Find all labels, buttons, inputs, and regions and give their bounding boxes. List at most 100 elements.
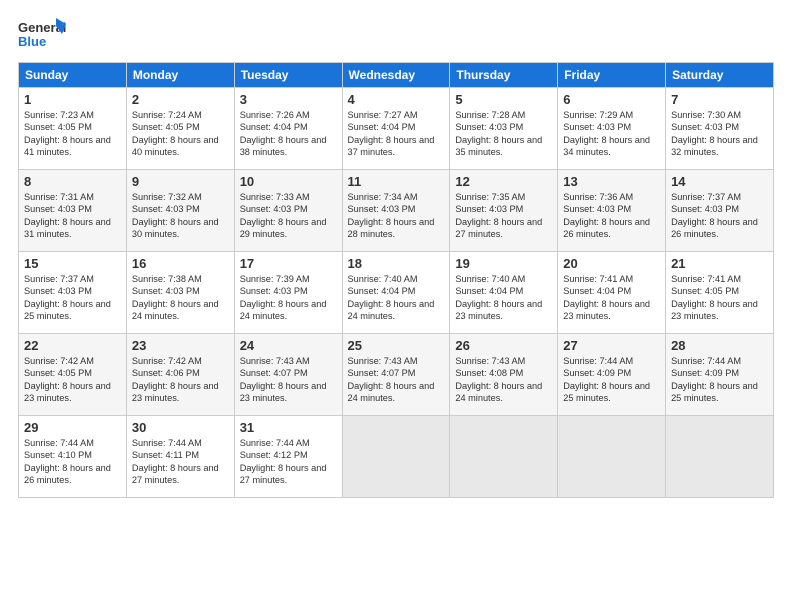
calendar-cell: 1 Sunrise: 7:23 AMSunset: 4:05 PMDaylight… <box>19 88 127 170</box>
calendar-cell: 24 Sunrise: 7:43 AMSunset: 4:07 PMDayligh… <box>234 334 342 416</box>
calendar-cell: 18Sunrise: 7:40 AMSunset: 4:04 PMDayligh… <box>342 252 450 334</box>
calendar-cell: 21 Sunrise: 7:41 AMSunset: 4:05 PMDayligh… <box>666 252 774 334</box>
cell-info: Sunrise: 7:37 AMSunset: 4:03 PMDaylight:… <box>671 192 758 239</box>
day-number: 28 <box>671 338 768 353</box>
calendar-week-5: 29Sunrise: 7:44 AMSunset: 4:10 PMDayligh… <box>19 416 774 498</box>
day-number: 12 <box>455 174 552 189</box>
day-number: 22 <box>24 338 121 353</box>
calendar-table: SundayMondayTuesdayWednesdayThursdayFrid… <box>18 62 774 498</box>
day-number: 27 <box>563 338 660 353</box>
weekday-header-tuesday: Tuesday <box>234 63 342 88</box>
day-number: 16 <box>132 256 229 271</box>
day-number: 10 <box>240 174 337 189</box>
day-number: 31 <box>240 420 337 435</box>
weekday-header-monday: Monday <box>126 63 234 88</box>
day-number: 7 <box>671 92 768 107</box>
cell-info: Sunrise: 7:41 AMSunset: 4:05 PMDaylight:… <box>671 274 758 321</box>
day-number: 21 <box>671 256 768 271</box>
day-number: 11 <box>348 174 445 189</box>
header: General Blue <box>18 16 774 54</box>
calendar-cell: 10 Sunrise: 7:33 AMSunset: 4:03 PMDayligh… <box>234 170 342 252</box>
calendar-cell: 6 Sunrise: 7:29 AMSunset: 4:03 PMDaylight… <box>558 88 666 170</box>
cell-info: Sunrise: 7:39 AMSunset: 4:03 PMDaylight:… <box>240 274 327 321</box>
calendar-cell: 22 Sunrise: 7:42 AMSunset: 4:05 PMDayligh… <box>19 334 127 416</box>
day-number: 2 <box>132 92 229 107</box>
cell-info: Sunrise: 7:42 AMSunset: 4:05 PMDaylight:… <box>24 356 111 403</box>
calendar-cell: 27 Sunrise: 7:44 AMSunset: 4:09 PMDayligh… <box>558 334 666 416</box>
cell-info: Sunrise: 7:27 AMSunset: 4:04 PMDaylight:… <box>348 110 435 157</box>
calendar-cell <box>666 416 774 498</box>
calendar-cell: 2 Sunrise: 7:24 AMSunset: 4:05 PMDaylight… <box>126 88 234 170</box>
svg-text:Blue: Blue <box>18 34 46 49</box>
day-number: 8 <box>24 174 121 189</box>
cell-info: Sunrise: 7:44 AMSunset: 4:09 PMDaylight:… <box>563 356 650 403</box>
weekday-header-thursday: Thursday <box>450 63 558 88</box>
day-number: 30 <box>132 420 229 435</box>
calendar-cell: 7 Sunrise: 7:30 AMSunset: 4:03 PMDaylight… <box>666 88 774 170</box>
calendar-cell: 19Sunrise: 7:40 AMSunset: 4:04 PMDayligh… <box>450 252 558 334</box>
cell-info: Sunrise: 7:41 AMSunset: 4:04 PMDaylight:… <box>563 274 650 321</box>
cell-info: Sunrise: 7:36 AMSunset: 4:03 PMDaylight:… <box>563 192 650 239</box>
day-number: 6 <box>563 92 660 107</box>
calendar-cell <box>342 416 450 498</box>
cell-info: Sunrise: 7:32 AMSunset: 4:03 PMDaylight:… <box>132 192 219 239</box>
day-number: 5 <box>455 92 552 107</box>
cell-info: Sunrise: 7:43 AMSunset: 4:07 PMDaylight:… <box>240 356 327 403</box>
calendar-cell <box>450 416 558 498</box>
cell-info: Sunrise: 7:34 AMSunset: 4:03 PMDaylight:… <box>348 192 435 239</box>
calendar-cell: 15Sunrise: 7:37 AMSunset: 4:03 PMDayligh… <box>19 252 127 334</box>
cell-info: Sunrise: 7:37 AMSunset: 4:03 PMDaylight:… <box>24 274 111 321</box>
cell-info: Sunrise: 7:42 AMSunset: 4:06 PMDaylight:… <box>132 356 219 403</box>
day-number: 13 <box>563 174 660 189</box>
logo: General Blue <box>18 16 66 54</box>
calendar-cell <box>558 416 666 498</box>
general-blue-logo-icon: General Blue <box>18 16 66 54</box>
calendar-cell: 11 Sunrise: 7:34 AMSunset: 4:03 PMDayligh… <box>342 170 450 252</box>
calendar-cell: 16 Sunrise: 7:38 AMSunset: 4:03 PMDayligh… <box>126 252 234 334</box>
calendar-cell: 17 Sunrise: 7:39 AMSunset: 4:03 PMDayligh… <box>234 252 342 334</box>
calendar-cell: 28 Sunrise: 7:44 AMSunset: 4:09 PMDayligh… <box>666 334 774 416</box>
cell-info: Sunrise: 7:26 AMSunset: 4:04 PMDaylight:… <box>240 110 327 157</box>
cell-info: Sunrise: 7:38 AMSunset: 4:03 PMDaylight:… <box>132 274 219 321</box>
cell-info: Sunrise: 7:23 AMSunset: 4:05 PMDaylight:… <box>24 110 111 157</box>
calendar-cell: 5 Sunrise: 7:28 AMSunset: 4:03 PMDaylight… <box>450 88 558 170</box>
calendar-cell: 9 Sunrise: 7:32 AMSunset: 4:03 PMDaylight… <box>126 170 234 252</box>
cell-info: Sunrise: 7:44 AMSunset: 4:11 PMDaylight:… <box>132 438 219 485</box>
calendar-cell: 4Sunrise: 7:27 AMSunset: 4:04 PMDaylight… <box>342 88 450 170</box>
weekday-header-row: SundayMondayTuesdayWednesdayThursdayFrid… <box>19 63 774 88</box>
calendar-week-2: 8Sunrise: 7:31 AMSunset: 4:03 PMDaylight… <box>19 170 774 252</box>
cell-info: Sunrise: 7:24 AMSunset: 4:05 PMDaylight:… <box>132 110 219 157</box>
day-number: 20 <box>563 256 660 271</box>
calendar-cell: 30 Sunrise: 7:44 AMSunset: 4:11 PMDayligh… <box>126 416 234 498</box>
calendar-cell: 8Sunrise: 7:31 AMSunset: 4:03 PMDaylight… <box>19 170 127 252</box>
day-number: 29 <box>24 420 121 435</box>
day-number: 3 <box>240 92 337 107</box>
cell-info: Sunrise: 7:28 AMSunset: 4:03 PMDaylight:… <box>455 110 542 157</box>
calendar-cell: 12 Sunrise: 7:35 AMSunset: 4:03 PMDayligh… <box>450 170 558 252</box>
calendar-cell: 20 Sunrise: 7:41 AMSunset: 4:04 PMDayligh… <box>558 252 666 334</box>
calendar-cell: 29Sunrise: 7:44 AMSunset: 4:10 PMDayligh… <box>19 416 127 498</box>
page: General Blue SundayMondayTuesdayWednesda… <box>0 0 792 612</box>
day-number: 19 <box>455 256 552 271</box>
weekday-header-saturday: Saturday <box>666 63 774 88</box>
day-number: 9 <box>132 174 229 189</box>
day-number: 24 <box>240 338 337 353</box>
cell-info: Sunrise: 7:29 AMSunset: 4:03 PMDaylight:… <box>563 110 650 157</box>
calendar-cell: 25 Sunrise: 7:43 AMSunset: 4:07 PMDayligh… <box>342 334 450 416</box>
calendar-cell: 13 Sunrise: 7:36 AMSunset: 4:03 PMDayligh… <box>558 170 666 252</box>
calendar-cell: 3 Sunrise: 7:26 AMSunset: 4:04 PMDaylight… <box>234 88 342 170</box>
cell-info: Sunrise: 7:33 AMSunset: 4:03 PMDaylight:… <box>240 192 327 239</box>
day-number: 17 <box>240 256 337 271</box>
calendar-cell: 14Sunrise: 7:37 AMSunset: 4:03 PMDayligh… <box>666 170 774 252</box>
calendar-cell: 26Sunrise: 7:43 AMSunset: 4:08 PMDayligh… <box>450 334 558 416</box>
calendar-cell: 31Sunrise: 7:44 AMSunset: 4:12 PMDayligh… <box>234 416 342 498</box>
day-number: 1 <box>24 92 121 107</box>
cell-info: Sunrise: 7:43 AMSunset: 4:07 PMDaylight:… <box>348 356 435 403</box>
weekday-header-wednesday: Wednesday <box>342 63 450 88</box>
calendar-week-4: 22 Sunrise: 7:42 AMSunset: 4:05 PMDayligh… <box>19 334 774 416</box>
day-number: 23 <box>132 338 229 353</box>
day-number: 25 <box>348 338 445 353</box>
cell-info: Sunrise: 7:44 AMSunset: 4:09 PMDaylight:… <box>671 356 758 403</box>
cell-info: Sunrise: 7:35 AMSunset: 4:03 PMDaylight:… <box>455 192 542 239</box>
cell-info: Sunrise: 7:30 AMSunset: 4:03 PMDaylight:… <box>671 110 758 157</box>
